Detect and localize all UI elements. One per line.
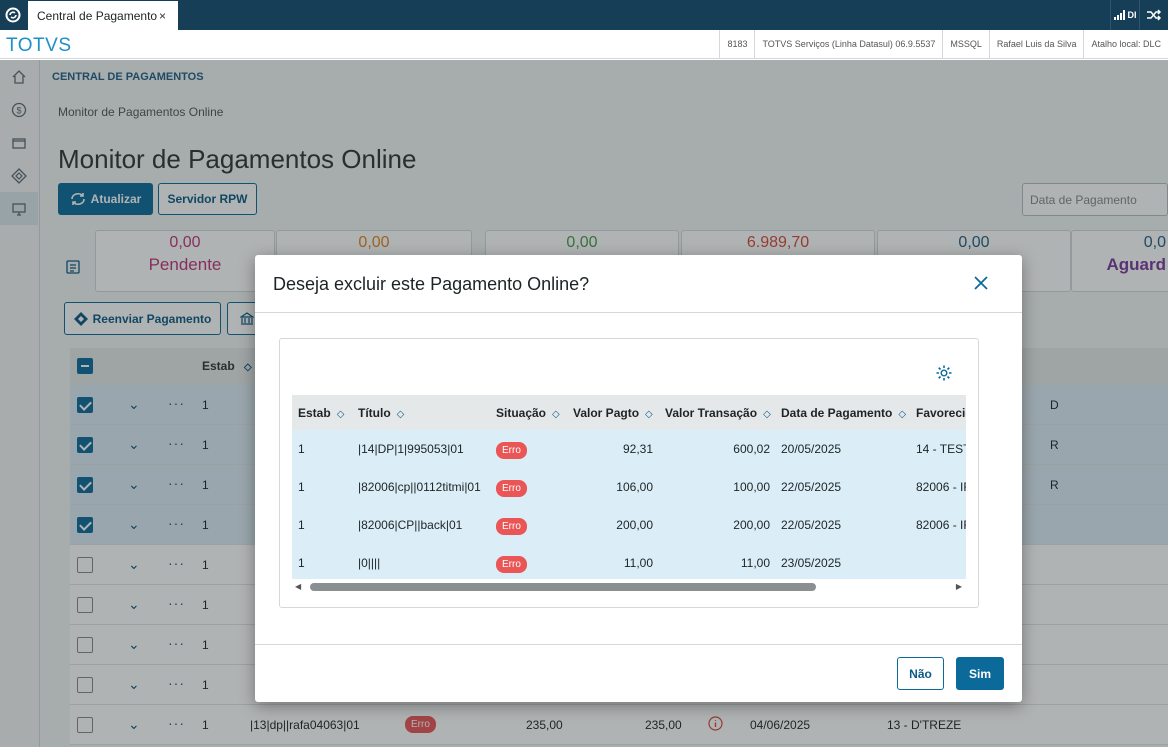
column-label: Estab <box>298 406 331 420</box>
gear-icon[interactable] <box>935 364 953 385</box>
sort-icon[interactable]: ◇ <box>645 409 653 420</box>
cell-favorecido: 82006 - IF <box>916 518 966 532</box>
no-button[interactable]: Não <box>897 657 944 690</box>
cell-valor-transacao: 200,00 <box>733 518 770 532</box>
header-bar: TOTVS 8183 TOTVS Serviços (Linha Datasul… <box>0 30 1168 59</box>
cell-valor-pagto: 106,00 <box>616 480 653 494</box>
column-label: Valor Transação <box>665 406 758 420</box>
cell-estab: 1 <box>298 518 305 532</box>
divider <box>255 644 1022 645</box>
cell-data: 22/05/2025 <box>781 518 842 532</box>
cell-favorecido: 82006 - IF <box>916 480 966 494</box>
signal-label: DI <box>1127 10 1137 20</box>
cell-situacao: Erro <box>496 556 527 573</box>
cell-valor-transacao: 600,02 <box>733 442 770 456</box>
cell-data: 23/05/2025 <box>781 556 842 570</box>
header-info-shortcut: Atalho local: DLC <box>1083 30 1168 59</box>
status-badge: Erro <box>496 518 527 535</box>
header-info-user: Rafael Luis da Silva <box>988 30 1084 59</box>
cell-titulo: |14|DP|1|995053|01 <box>358 442 464 456</box>
column-header-favorecido[interactable]: Favorecid <box>916 406 966 420</box>
cell-estab: 1 <box>298 480 305 494</box>
column-label: Situação <box>496 406 547 420</box>
sort-icon[interactable]: ◇ <box>763 409 771 420</box>
grid-row[interactable]: 1 |14|DP|1|995053|01 Erro 92,31 600,02 2… <box>292 430 966 468</box>
divider <box>255 312 1022 313</box>
column-header-estab[interactable]: Estab ◇ <box>298 406 344 420</box>
column-header-valor-transacao[interactable]: Valor Transação ◇ <box>665 406 771 420</box>
cell-favorecido: 14 - TEST <box>916 442 966 456</box>
scroll-right-icon[interactable]: ▶ <box>956 582 962 591</box>
column-header-data[interactable]: Data de Pagamento ◇ <box>781 406 906 420</box>
grid-row[interactable]: 1 |82006|cp||0112titmi|01 Erro 106,00 10… <box>292 468 966 506</box>
brand-logo: TOTVS <box>6 35 72 56</box>
shuffle-icon[interactable] <box>1139 0 1168 30</box>
grid-header: Estab ◇ Título ◇ Situação ◇ Valor Pagto ◇ Va… <box>292 395 966 430</box>
cell-data: 20/05/2025 <box>781 442 842 456</box>
sort-icon[interactable]: ◇ <box>337 409 345 420</box>
cell-titulo: |0|||| <box>358 556 381 570</box>
menu-logo-icon[interactable] <box>0 0 26 30</box>
cell-titulo: |82006|CP||back|01 <box>358 518 463 532</box>
cell-estab: 1 <box>298 556 305 570</box>
sort-icon[interactable]: ◇ <box>898 409 906 420</box>
cell-titulo: |82006|cp||0112titmi|01 <box>358 480 481 494</box>
scroll-left-icon[interactable]: ◀ <box>295 582 301 591</box>
grid-row[interactable]: 1 |82006|CP||back|01 Erro 200,00 200,00 … <box>292 506 966 544</box>
cell-estab: 1 <box>298 442 305 456</box>
column-label: Título <box>358 406 391 420</box>
modal-title: Deseja excluir este Pagamento Online? <box>273 274 590 294</box>
column-label: Favorecid <box>916 406 966 420</box>
column-label: Data de Pagamento <box>781 406 893 420</box>
delete-confirm-modal: Deseja excluir este Pagamento Online? Es… <box>255 255 1022 702</box>
close-icon[interactable] <box>972 274 990 292</box>
sort-icon[interactable]: ◇ <box>397 409 405 420</box>
tab-close-icon[interactable]: × <box>159 9 166 23</box>
header-info-db: MSSQL <box>942 30 989 59</box>
sort-icon[interactable]: ◇ <box>552 409 560 420</box>
scrollbar-thumb[interactable] <box>310 583 816 591</box>
yes-button[interactable]: Sim <box>956 657 1004 690</box>
signal-icon[interactable]: DI <box>1110 0 1139 30</box>
cell-data: 22/05/2025 <box>781 480 842 494</box>
grid-row[interactable]: 1 |0|||| Erro 11,00 11,00 23/05/2025 <box>292 544 966 579</box>
column-header-situacao[interactable]: Situação ◇ <box>496 406 560 420</box>
horizontal-scrollbar[interactable]: ◀ ▶ <box>292 580 966 594</box>
status-badge: Erro <box>496 442 527 459</box>
column-label: Valor Pagto <box>573 406 640 420</box>
status-badge: Erro <box>496 480 527 497</box>
cell-valor-pagto: 200,00 <box>616 518 653 532</box>
cell-valor-pagto: 92,31 <box>622 442 653 456</box>
status-badge: Erro <box>496 556 527 573</box>
header-info-product: TOTVS Serviços (Linha Datasul) 06.9.5537 <box>754 30 942 59</box>
cell-situacao: Erro <box>496 518 527 535</box>
cell-valor-transacao: 11,00 <box>740 556 770 570</box>
payments-grid: Estab ◇ Título ◇ Situação ◇ Valor Pagto ◇ Va… <box>292 395 966 579</box>
tab-label: Central de Pagamento <box>37 9 158 23</box>
cell-valor-transacao: 100,00 <box>733 480 770 494</box>
top-bar: Central de Pagamento × DI <box>0 0 1168 30</box>
header-info-code: 8183 <box>719 30 754 59</box>
cell-valor-pagto: 11,00 <box>623 556 653 570</box>
cell-situacao: Erro <box>496 442 527 459</box>
column-header-valor-pagto[interactable]: Valor Pagto ◇ <box>573 406 653 420</box>
column-header-titulo[interactable]: Título ◇ <box>358 406 404 420</box>
cell-situacao: Erro <box>496 480 527 497</box>
tab-central-de-pagamento[interactable]: Central de Pagamento × <box>28 1 178 30</box>
